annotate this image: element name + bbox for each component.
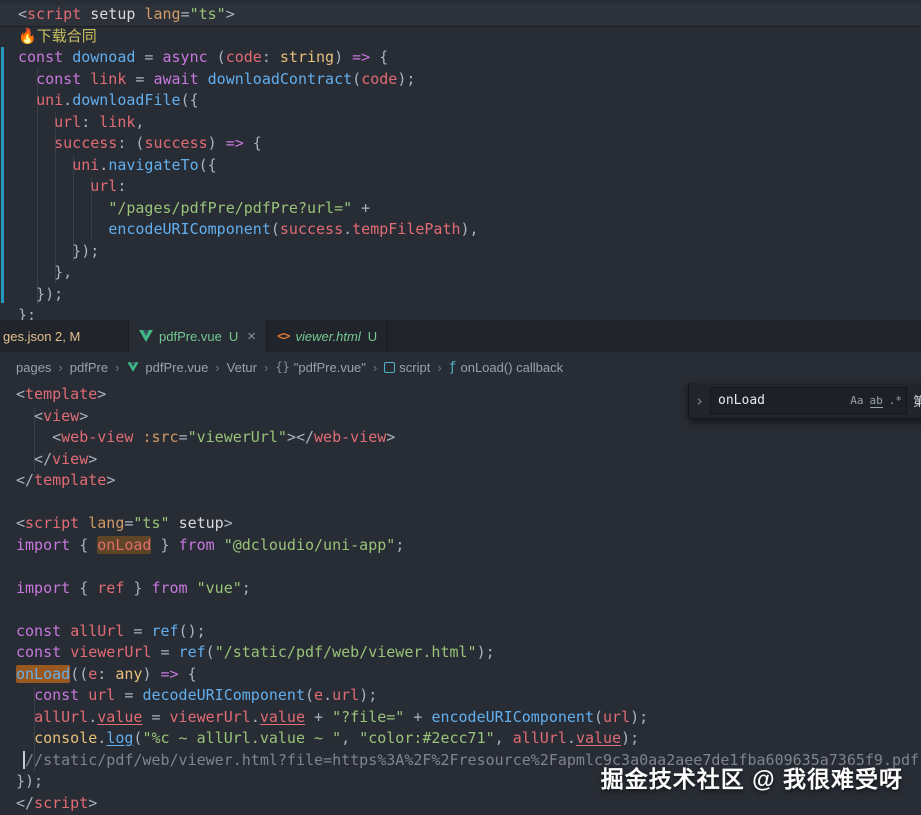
find-widget: › onLoad Aa ab .* 第 [688,383,921,419]
bottom-editor-pane[interactable]: <template> <view> <web-view :src="viewer… [0,382,921,815]
tab-label: pdfPre.vue [159,329,222,344]
code-line: onLoad((e: any) => { [16,664,921,686]
code-line: encodeURIComponent(success.tempFilePath)… [18,219,921,241]
callback-symbol-icon: ƒ [449,360,457,375]
code-line: <script setup lang="ts"> [0,4,921,26]
code-line: allUrl.value = viewerUrl.value + "?file=… [16,707,921,729]
breadcrumb-separator: › [437,360,441,375]
regex-icon[interactable]: .* [889,394,902,407]
breadcrumb-label: Vetur [227,360,257,375]
breadcrumb-label: "pdfPre.vue" [294,360,366,375]
code-line: const viewerUrl = ref("/static/pdf/web/v… [16,642,921,664]
tab-label: viewer.html [295,329,360,344]
code-line: uni.downloadFile({ [18,90,921,112]
find-input[interactable]: onLoad Aa ab .* [710,387,907,414]
code-line: }; [18,305,921,320]
code-line: 🔥下载合同 [18,26,921,48]
breadcrumb-label: pages [16,360,51,375]
module-symbol-icon [384,362,395,373]
code-line: const downoad = async (code: string) => … [18,47,921,69]
vue-icon [139,330,153,342]
code-line: </view> [16,449,921,471]
breadcrumb-separator: › [115,360,119,375]
breadcrumb-separator: › [264,360,268,375]
tab-pdfpre-vue[interactable]: pdfPre.vue U × [129,320,267,352]
code-area[interactable]: <template> <view> <web-view :src="viewer… [0,382,921,814]
top-editor-pane[interactable]: <script setup lang="ts">🔥下载合同const downo… [0,0,921,320]
breadcrumb-item[interactable]: pages [16,360,51,375]
breadcrumb-item[interactable]: Vetur [227,360,257,375]
git-status-badge: U [229,329,238,344]
breadcrumb-item[interactable]: pdfPre.vue [126,360,208,375]
code-line [16,492,921,514]
braces-icon: {} [275,360,289,374]
tab-viewer-html[interactable]: viewer.html U [267,320,388,352]
breadcrumb-item[interactable]: pdfPre [70,360,108,375]
vue-icon [128,362,139,372]
code-line [16,556,921,578]
breadcrumb-label: pdfPre.vue [145,360,208,375]
match-case-icon[interactable]: Aa [850,394,863,407]
breadcrumb-label: script [399,360,430,375]
code-line: "/pages/pdfPre/pdfPre?url=" + [18,198,921,220]
code-line: </template> [16,470,921,492]
breadcrumb-item[interactable]: script [384,360,430,375]
tab-pages-json[interactable]: ges.json 2, M [0,320,129,352]
code-line: url: [18,176,921,198]
find-results-count: 第 [913,391,921,410]
toggle-replace-icon[interactable]: › [695,392,704,410]
breadcrumb-separator: › [215,360,219,375]
html-icon [277,329,289,343]
close-icon[interactable]: × [247,329,256,344]
code-line: const url = decodeURIComponent(e.url); [16,685,921,707]
code-line: }); [18,284,921,306]
code-line: const allUrl = ref(); [16,621,921,643]
code-line: url: link, [18,112,921,134]
tab-label: ges.json 2, M [3,329,80,344]
breadcrumb: pages › pdfPre › pdfPre.vue › Vetur › {} "pdfPre.… [0,352,921,382]
breadcrumb-label: pdfPre [70,360,108,375]
breadcrumb-item[interactable]: {} "pdfPre.vue" [275,360,366,375]
breadcrumb-label: onLoad() callback [460,360,563,375]
code-line [16,599,921,621]
git-status-badge: U [368,329,377,344]
code-line: success: (success) => { [18,133,921,155]
code-line: <web-view :src="viewerUrl"></web-view> [16,427,921,449]
breadcrumb-item[interactable]: ƒonLoad() callback [449,360,563,375]
code-line: </script> [16,793,921,815]
code-line: uni.navigateTo({ [18,155,921,177]
code-line: <script lang="ts" setup> [16,513,921,535]
code-line: import { onLoad } from "@dcloudio/uni-ap… [16,535,921,557]
code-line: const link = await downloadContract(code… [18,69,921,91]
code-line: import { ref } from "vue"; [16,578,921,600]
breadcrumb-separator: › [373,360,377,375]
watermark: 掘金技术社区 @ 我很难受呀 [601,760,903,794]
find-query-text: onLoad [718,393,844,408]
code-area[interactable]: <script setup lang="ts">🔥下载合同const downo… [0,0,921,320]
whole-word-icon[interactable]: ab [870,394,883,408]
code-line: console.log("%c ~ allUrl.value ~ ", "col… [16,728,921,750]
breadcrumb-separator: › [58,360,62,375]
tab-bar: ges.json 2, M pdfPre.vue U × viewer.html… [0,320,921,352]
code-line: }, [18,262,921,284]
code-line: }); [18,241,921,263]
